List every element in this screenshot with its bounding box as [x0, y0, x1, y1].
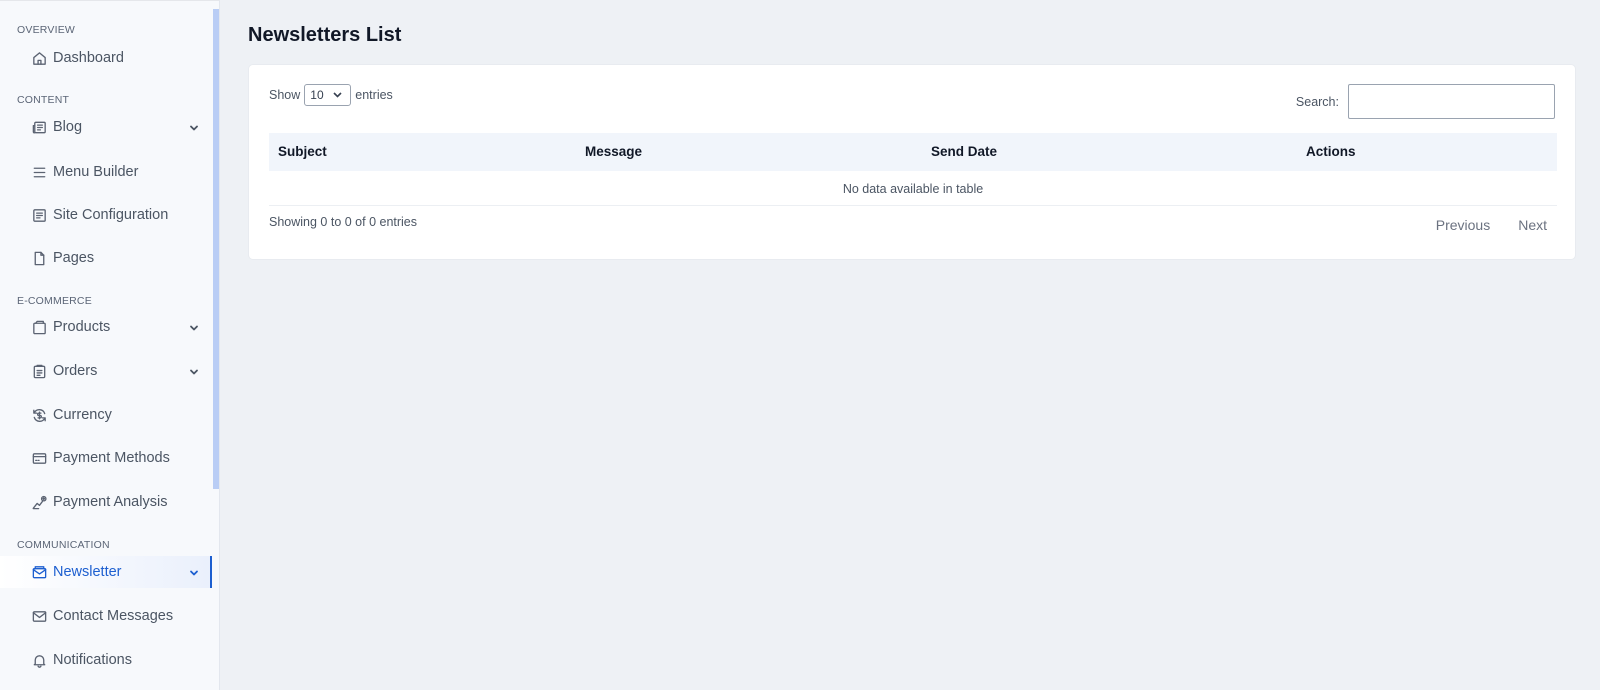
menu-icon — [30, 163, 48, 181]
document-list-icon — [30, 206, 48, 224]
sidebar-item-payment-methods[interactable]: Payment Methods — [0, 442, 212, 474]
entries-length-select[interactable]: 10 — [304, 84, 352, 106]
search-label: Search: — [1295, 94, 1339, 109]
sidebar-item-menu-builder[interactable]: Menu Builder — [0, 156, 212, 188]
section-label-content: CONTENT — [17, 94, 70, 106]
sidebar-item-label: Blog — [53, 119, 83, 135]
newsletters-table-card: Show 10 entries Search: Subject Message … — [248, 64, 1576, 260]
next-page-button[interactable]: Next — [1504, 215, 1561, 235]
chevron-down-icon — [189, 121, 201, 133]
pagination: Previous Next — [1422, 215, 1561, 235]
section-label-communication: COMMUNICATION — [17, 539, 110, 551]
sidebar-item-label: Currency — [53, 407, 112, 423]
sidebar-item-label: Site Configuration — [53, 207, 169, 223]
sidebar-item-products[interactable]: Products — [0, 311, 212, 343]
chart-line-icon — [30, 493, 48, 511]
sidebar-item-label: Notifications — [53, 652, 132, 668]
chevron-down-icon — [189, 566, 201, 578]
column-header-subject[interactable]: Subject — [278, 144, 327, 159]
show-label: Show — [269, 88, 301, 102]
table-search: Search: — [1296, 84, 1555, 119]
credit-card-icon — [30, 449, 48, 467]
column-header-message[interactable]: Message — [585, 144, 642, 159]
sidebar-item-currency[interactable]: Currency — [0, 399, 212, 431]
sidebar: OVERVIEW Dashboard CONTENT Blog Menu Bui… — [0, 0, 220, 690]
table-info: Showing 0 to 0 of 0 entries — [269, 215, 418, 229]
sidebar-item-label: Contact Messages — [53, 608, 174, 624]
file-icon — [30, 249, 48, 267]
sidebar-item-pages[interactable]: Pages — [0, 242, 212, 274]
box-icon — [30, 318, 48, 336]
sidebar-item-label: Newsletter — [53, 564, 122, 580]
entries-length-value: 10 — [310, 88, 324, 102]
sidebar-item-label: Payment Methods — [53, 450, 170, 466]
mail-open-icon — [30, 563, 48, 581]
column-header-actions[interactable]: Actions — [1306, 144, 1356, 159]
sidebar-item-orders[interactable]: Orders — [0, 355, 212, 387]
table-empty-message: No data available in table — [269, 171, 1557, 206]
sidebar-item-contact-messages[interactable]: Contact Messages — [0, 600, 212, 632]
previous-page-button[interactable]: Previous — [1422, 215, 1504, 235]
sidebar-item-blog[interactable]: Blog — [0, 111, 212, 143]
table-header-row: Subject Message Send Date Actions — [269, 133, 1557, 171]
bell-icon — [30, 651, 48, 669]
sidebar-item-site-configuration[interactable]: Site Configuration — [0, 199, 212, 231]
envelope-icon — [30, 607, 48, 625]
chevron-down-icon — [189, 365, 201, 377]
sidebar-item-newsletter[interactable]: Newsletter — [0, 556, 212, 588]
entries-length-control: Show 10 entries — [269, 84, 393, 106]
newspaper-icon — [30, 118, 48, 136]
page-title: Newsletters List — [248, 24, 402, 46]
sidebar-item-notifications[interactable]: Notifications — [0, 644, 212, 676]
sidebar-item-label: Menu Builder — [53, 164, 139, 180]
sidebar-item-dashboard[interactable]: Dashboard — [0, 42, 212, 74]
sidebar-item-label: Dashboard — [53, 50, 124, 66]
clipboard-icon — [30, 362, 48, 380]
sidebar-item-label: Payment Analysis — [53, 494, 168, 510]
currency-exchange-icon — [30, 406, 48, 424]
entries-label: entries — [355, 88, 393, 102]
sidebar-item-label: Pages — [53, 250, 95, 266]
sidebar-item-label: Orders — [53, 363, 98, 379]
home-icon — [30, 49, 48, 67]
sidebar-scrollbar[interactable] — [213, 9, 219, 489]
section-label-overview: OVERVIEW — [17, 24, 76, 36]
chevron-down-icon — [189, 321, 201, 333]
chevron-down-icon — [333, 92, 342, 98]
section-label-ecommerce: E-COMMERCE — [17, 295, 92, 307]
column-header-send-date[interactable]: Send Date — [931, 144, 997, 159]
sidebar-item-payment-analysis[interactable]: Payment Analysis — [0, 486, 212, 518]
search-input[interactable] — [1348, 84, 1555, 119]
sidebar-item-label: Products — [53, 319, 111, 335]
